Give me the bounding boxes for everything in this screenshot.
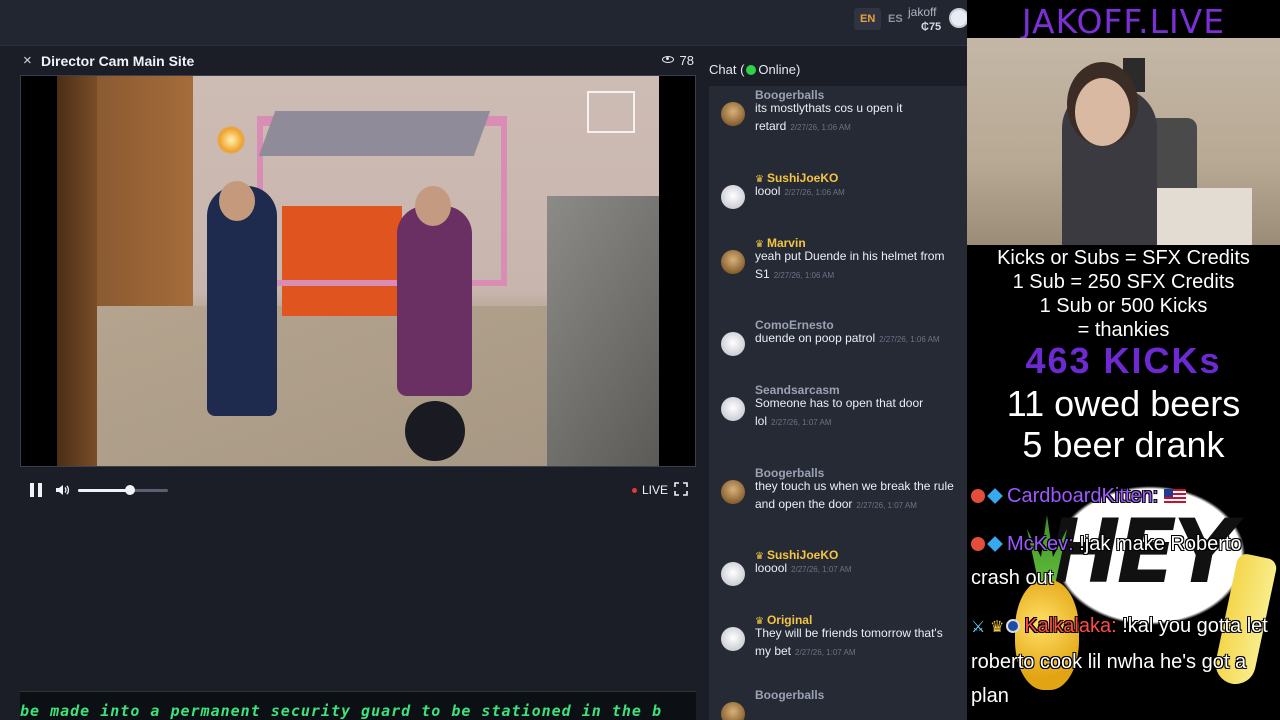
chat-panel[interactable]: Boogerballs its mostlythats cos u open it… xyxy=(709,86,967,720)
overlay-chat-name: McKev: xyxy=(1007,533,1074,555)
chat-message-text xyxy=(755,699,955,719)
webcam-poster xyxy=(1123,58,1145,92)
scene-door xyxy=(97,76,193,306)
overlay-chat-name: CardboardKitten: xyxy=(1007,485,1159,507)
heart-badge-icon xyxy=(971,489,985,503)
news-ticker: be made into a permanent security guard … xyxy=(20,691,696,720)
overlay-chat-line: CardboardKitten: xyxy=(971,479,1276,513)
chat-message-text: They will be friends tomorrow that's my … xyxy=(755,624,955,662)
overlay-info-line: Kicks or Subs = SFX Credits xyxy=(997,247,1250,269)
webcam-streamer-head xyxy=(1075,78,1130,146)
chat-timestamp: 2/27/26, 1:07 AM xyxy=(795,648,856,657)
us-flag-icon xyxy=(1163,489,1186,503)
eye-icon xyxy=(661,56,674,63)
webcam-bed xyxy=(1152,188,1252,245)
chat-avatar[interactable] xyxy=(721,702,745,720)
scene-shelf xyxy=(57,76,97,466)
ticker-text: be made into a permanent security guard … xyxy=(20,702,662,720)
player-controls: LIVE xyxy=(20,478,696,502)
live-dot-icon xyxy=(632,488,637,493)
close-icon[interactable]: × xyxy=(23,52,32,69)
owed-beers-counter: 11 owed beers xyxy=(1006,383,1241,424)
chat-message-body: they touch us when we break the rule and… xyxy=(755,479,954,511)
online-status-icon xyxy=(746,65,757,75)
overlay-info-line: = thankies xyxy=(1077,319,1170,341)
chat-header: Chat ( Online) xyxy=(709,62,800,77)
chat-timestamp: 2/27/26, 1:07 AM xyxy=(791,565,852,574)
overlay-title: JAKOFF.LIVE xyxy=(1021,2,1226,41)
language-en-button[interactable]: EN xyxy=(854,8,882,30)
chat-message-body: loool xyxy=(755,184,781,198)
chat-avatar[interactable] xyxy=(721,250,745,274)
chat-message-text: duende on poop patrol 2/27/26, 1:06 AM xyxy=(755,329,955,349)
video-frame xyxy=(57,76,659,466)
viewer-count-value: 78 xyxy=(679,53,694,68)
chat-message-text: yeah put Duende in his helmet from S1 2/2… xyxy=(755,247,955,285)
chat-status-label: Online) xyxy=(758,62,801,77)
coin-balance: ₵75 xyxy=(921,21,942,33)
volume-slider-fill xyxy=(78,489,131,492)
chat-message-text: looool 2/27/26, 1:07 AM xyxy=(755,559,955,579)
cube-badge-icon xyxy=(987,536,1003,552)
scene-person-suit xyxy=(207,186,277,416)
overlay-chat-name: Kalkalaka: xyxy=(1024,615,1117,637)
webcam-feed xyxy=(967,38,1280,245)
chat-timestamp: 2/27/26, 1:06 AM xyxy=(773,271,835,280)
scene-person-shirt-head xyxy=(415,186,451,226)
overlay-info-line: 1 Sub or 500 Kicks xyxy=(1039,295,1208,317)
crown-badge-icon: ♛ xyxy=(990,619,1005,636)
chat-avatar[interactable] xyxy=(721,332,745,356)
viewer-count: 78 xyxy=(661,53,694,68)
overlay-chat-line: McKev: !jak make Roberto crash out xyxy=(971,527,1276,595)
chat-message-text: they touch us when we break the rule and… xyxy=(755,477,955,515)
chat-avatar[interactable] xyxy=(721,397,745,421)
kicks-counter: 463 KICKs xyxy=(1025,340,1222,381)
top-bar: EN ES jakoff ₵75 xyxy=(0,0,969,46)
chat-timestamp: 2/27/26, 1:07 AM xyxy=(771,418,832,427)
overlay-info-line: 1 Sub = 250 SFX Credits xyxy=(1012,271,1235,293)
scene-person-shirt xyxy=(397,206,472,396)
player-header: × Director Cam Main Site 78 xyxy=(20,50,696,74)
chat-timestamp: 2/27/26, 1:06 AM xyxy=(790,123,851,132)
cube-badge-icon xyxy=(987,488,1003,504)
scene-person-suit-head xyxy=(219,181,255,221)
sword-badge-icon: ⚔ xyxy=(971,619,986,636)
heart-badge-icon xyxy=(971,537,985,551)
stream-title: Director Cam Main Site xyxy=(41,53,195,69)
user-avatar[interactable] xyxy=(949,8,969,28)
chat-avatar[interactable] xyxy=(721,185,745,209)
chat-message-body: looool xyxy=(755,561,788,575)
fullscreen-icon[interactable] xyxy=(674,482,688,496)
overlay-chat-line: ⚔ ♛ Kalkalaka: !kal you gotta let roberto … xyxy=(971,609,1276,713)
chat-timestamp: 2/27/26, 1:06 AM xyxy=(784,188,845,197)
scene-person-foreground xyxy=(405,401,465,461)
video-player[interactable] xyxy=(20,75,696,467)
chat-header-label: Chat ( xyxy=(709,62,745,77)
stream-overlay: JAKOFF.LIVE Kicks or Subs = SFX Credits … xyxy=(967,0,1280,720)
chat-avatar[interactable] xyxy=(721,627,745,651)
chat-avatar[interactable] xyxy=(721,480,745,504)
scene-cabinet xyxy=(547,196,659,466)
username[interactable]: jakoff xyxy=(908,5,936,19)
scene-lamp xyxy=(217,126,245,154)
app-root: EN ES jakoff ₵75 × Director Cam Main Sit… xyxy=(0,0,1280,720)
chat-avatar[interactable] xyxy=(721,102,745,126)
chat-timestamp: 2/27/26, 1:07 AM xyxy=(856,501,917,510)
chat-message-body: duende on poop patrol xyxy=(755,331,876,345)
scene-upper-bunk xyxy=(258,111,491,156)
volume-icon[interactable] xyxy=(54,482,70,498)
live-label[interactable]: LIVE xyxy=(642,483,668,497)
language-es-button[interactable]: ES xyxy=(882,8,909,30)
chat-message-text: Someone has to open that door lol 2/27/26… xyxy=(755,394,955,432)
volume-slider-handle[interactable] xyxy=(125,485,136,495)
globe-badge-icon xyxy=(1006,619,1021,633)
chat-timestamp: 2/27/26, 1:06 AM xyxy=(879,335,940,344)
scene-box xyxy=(587,91,635,133)
pause-icon[interactable] xyxy=(30,483,42,497)
chat-avatar[interactable] xyxy=(721,562,745,586)
chat-message-text: its mostlythats cos u open it retard 2/27… xyxy=(755,99,955,137)
chat-message-text: loool 2/27/26, 1:06 AM xyxy=(755,182,955,202)
beers-drank-counter: 5 beer drank xyxy=(1022,424,1225,465)
